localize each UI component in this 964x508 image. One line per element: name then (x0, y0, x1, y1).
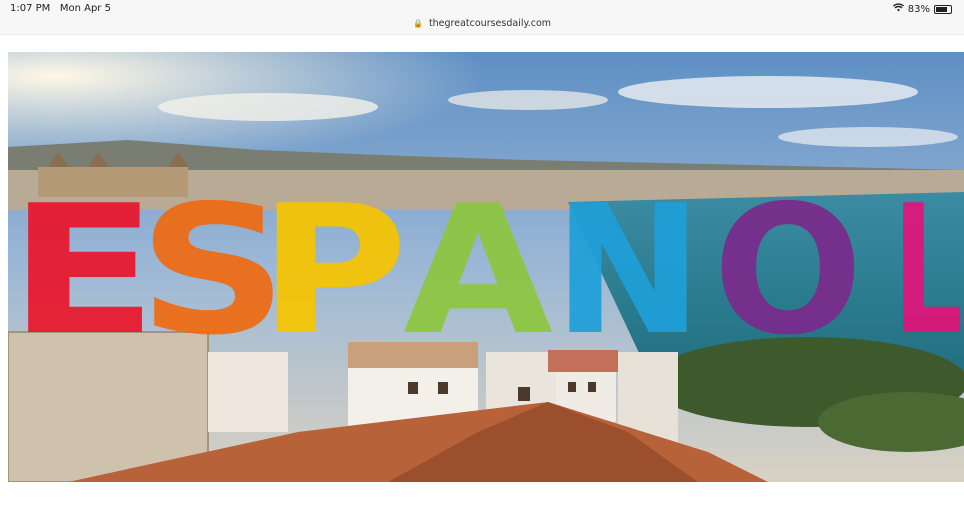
url-text: thegreatcoursesdaily.com (428, 18, 552, 29)
time-text: 1:07 PM (10, 3, 51, 14)
battery-icon (934, 4, 952, 14)
url-bar[interactable]: 🔒 thegreatcoursesdaily.com (0, 18, 964, 29)
date-text: Mon Apr 5 (59, 3, 111, 14)
hero-image: ESPAÑOL (8, 52, 964, 482)
title-letter: P (258, 190, 408, 338)
battery-percent: 83% (907, 3, 930, 15)
status-indicators: 83% (892, 3, 952, 15)
title-letter: L (893, 190, 963, 338)
title-letter: Ñ (553, 190, 703, 338)
title-letter: O (713, 190, 863, 338)
status-time: 1:07 PM Mon Apr 5 (10, 3, 111, 14)
lock-icon: 🔒 (412, 19, 423, 28)
title-letter: A (403, 190, 553, 338)
espanol-title: ESPA Ñ O L (8, 190, 963, 338)
status-bar: 1:07 PM Mon Apr 5 83% 🔒 thegreatcoursesd… (0, 0, 964, 35)
title-letter: E (8, 190, 158, 338)
wifi-icon (892, 3, 904, 15)
